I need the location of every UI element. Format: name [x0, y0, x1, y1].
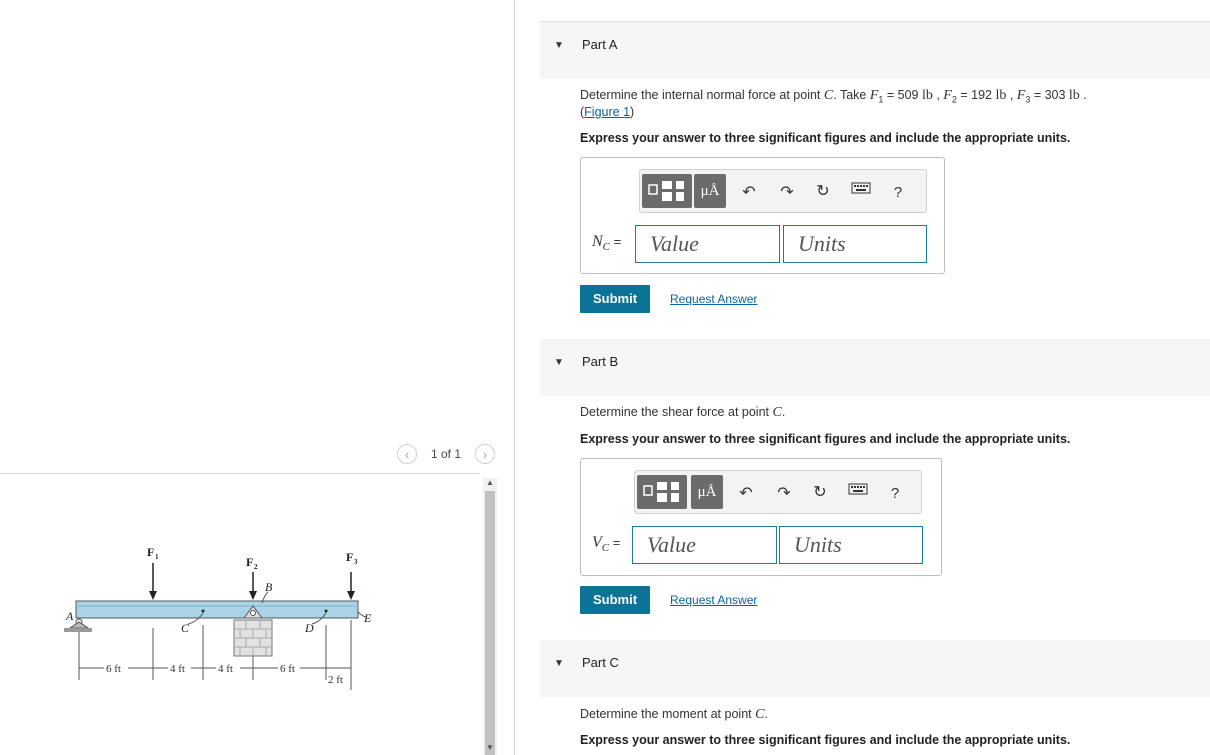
- beam: [75, 600, 359, 619]
- reset-icon[interactable]: ↻: [809, 482, 831, 502]
- undo-icon[interactable]: ↶: [738, 182, 760, 202]
- part-b-submit-button[interactable]: Submit: [580, 586, 650, 614]
- part-b-title: Part B: [582, 354, 619, 369]
- scroll-down-arrow-icon[interactable]: ▼: [484, 743, 496, 755]
- part-b-question: Determine the shear force at point C.: [580, 405, 786, 420]
- templates-icon[interactable]: [637, 475, 687, 509]
- part-c-question: Determine the moment at point C.: [580, 707, 768, 722]
- part-b-instruction: Express your answer to three significant…: [580, 432, 1071, 446]
- part-a-submit-button[interactable]: Submit: [580, 285, 650, 313]
- figure-link-wrapper: (Figure 1): [580, 105, 635, 119]
- svg-text:1: 1: [155, 553, 159, 561]
- dim-3: 4 ft: [218, 663, 233, 675]
- part-a-units-input[interactable]: Units: [783, 225, 927, 263]
- caret-down-icon[interactable]: ▼: [554, 357, 564, 368]
- units-icon[interactable]: μÅ: [691, 475, 723, 509]
- label-F1: F: [147, 545, 154, 559]
- part-b-variable-label: VC =: [592, 534, 621, 555]
- part-a-value-input[interactable]: Value: [635, 225, 780, 263]
- label-E: E: [363, 611, 372, 625]
- label-F2: F: [246, 555, 253, 569]
- part-a-question: Determine the internal normal force at p…: [580, 88, 1087, 105]
- part-a-header[interactable]: [540, 22, 1210, 79]
- units-icon[interactable]: μÅ: [694, 174, 726, 208]
- redo-icon[interactable]: ↷: [776, 182, 798, 202]
- label-A: A: [65, 609, 74, 623]
- dim-4: 6 ft: [280, 663, 295, 675]
- dim-2: 4 ft: [170, 663, 185, 675]
- label-F3: F: [346, 550, 353, 564]
- part-b-units-input[interactable]: Units: [779, 526, 923, 564]
- dim-1: 6 ft: [106, 663, 121, 675]
- dim-5: 2 ft: [328, 674, 343, 686]
- part-a-request-answer-link[interactable]: Request Answer: [670, 292, 757, 306]
- keyboard-icon[interactable]: [850, 181, 872, 200]
- scroll-up-arrow-icon[interactable]: ▲: [484, 478, 496, 490]
- figure-link[interactable]: Figure 1: [584, 105, 630, 119]
- part-a-title: Part A: [582, 37, 618, 52]
- label-D: D: [304, 621, 314, 635]
- label-C: C: [181, 621, 190, 635]
- part-b-request-answer-link[interactable]: Request Answer: [670, 593, 757, 607]
- caret-down-icon[interactable]: ▼: [554, 658, 564, 669]
- part-c-instruction: Express your answer to three significant…: [580, 733, 1071, 747]
- svg-text:3: 3: [354, 558, 358, 566]
- redo-icon[interactable]: ↷: [773, 483, 795, 503]
- part-a-instruction: Express your answer to three significant…: [580, 131, 1071, 145]
- svg-text:2: 2: [254, 563, 258, 571]
- part-b-header[interactable]: [540, 339, 1210, 396]
- reset-icon[interactable]: ↻: [812, 181, 834, 201]
- beam-figure: F 1 F 2 F 3 A B C D E 6 ft 4 ft 4 ft 6 f…: [64, 545, 372, 690]
- part-b-value-input[interactable]: Value: [632, 526, 777, 564]
- help-icon[interactable]: ?: [887, 184, 909, 201]
- part-a-variable-label: NC =: [592, 233, 622, 254]
- keyboard-icon[interactable]: [847, 482, 869, 501]
- scrollbar-thumb[interactable]: [485, 491, 495, 755]
- undo-icon[interactable]: ↶: [735, 483, 757, 503]
- part-c-header[interactable]: [540, 640, 1210, 697]
- part-c-title: Part C: [582, 655, 619, 670]
- label-B: B: [265, 580, 273, 594]
- caret-down-icon[interactable]: ▼: [554, 40, 564, 51]
- templates-icon[interactable]: [642, 174, 692, 208]
- help-icon[interactable]: ?: [884, 485, 906, 502]
